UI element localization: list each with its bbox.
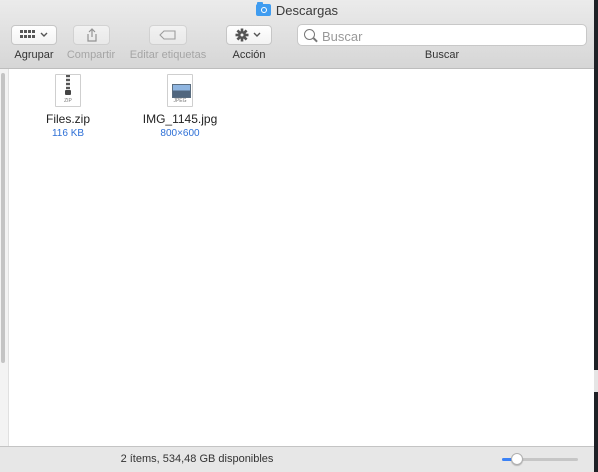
zip-file-icon: ZIP: [55, 74, 81, 107]
grid-chevron-icon: [20, 30, 48, 38]
status-text: 2 ítems, 534,48 GB disponibles: [120, 453, 274, 465]
window-title-text: Descargas: [275, 3, 339, 18]
file-ext-label: JPEG: [173, 98, 187, 104]
status-bar: 2 ítems, 534,48 GB disponibles: [0, 446, 594, 472]
file-item[interactable]: JPEG IMG_1145.jpg 800×600: [135, 74, 225, 139]
file-item[interactable]: ZIP Files.zip 116 KB: [23, 74, 113, 139]
icon-size-slider[interactable]: [502, 453, 578, 465]
finder-window: Descargas Agrupar Compartir Editar etiqu…: [0, 0, 594, 472]
edit-tags-button[interactable]: [149, 25, 187, 45]
action-button[interactable]: [226, 25, 272, 45]
toolbar: Descargas Agrupar Compartir Editar etiqu…: [0, 0, 594, 69]
downloads-folder-icon: [255, 2, 271, 16]
sidebar-scrollbar[interactable]: [1, 73, 5, 363]
photo-thumbnail: [172, 84, 191, 98]
slider-thumb[interactable]: [510, 453, 523, 465]
search-icon: [304, 29, 315, 40]
background-window-edge: [594, 370, 598, 392]
file-name: Files.zip: [45, 112, 90, 126]
tag-icon: [159, 30, 176, 40]
group-button[interactable]: [11, 25, 57, 45]
search-input[interactable]: [320, 27, 584, 45]
jpeg-file-icon: JPEG: [167, 74, 193, 107]
background-edge: [594, 0, 598, 472]
search-label: Buscar: [424, 49, 460, 61]
zipper-mark: [65, 75, 71, 95]
search-field[interactable]: [297, 24, 587, 46]
file-name: IMG_1145.jpg: [142, 112, 218, 126]
file-ext-label: ZIP: [64, 98, 72, 104]
sidebar-edge: [0, 69, 9, 446]
file-meta: 800×600: [160, 128, 200, 139]
action-label: Acción: [232, 49, 266, 61]
share-button[interactable]: [73, 25, 110, 45]
group-label: Agrupar: [14, 49, 54, 61]
file-meta: 116 KB: [51, 128, 85, 139]
share-label: Compartir: [66, 49, 116, 61]
window-title: Descargas: [0, 2, 594, 18]
edit-tags-label: Editar etiquetas: [129, 49, 207, 61]
gear-icon: [235, 28, 261, 42]
share-icon: [86, 28, 97, 42]
